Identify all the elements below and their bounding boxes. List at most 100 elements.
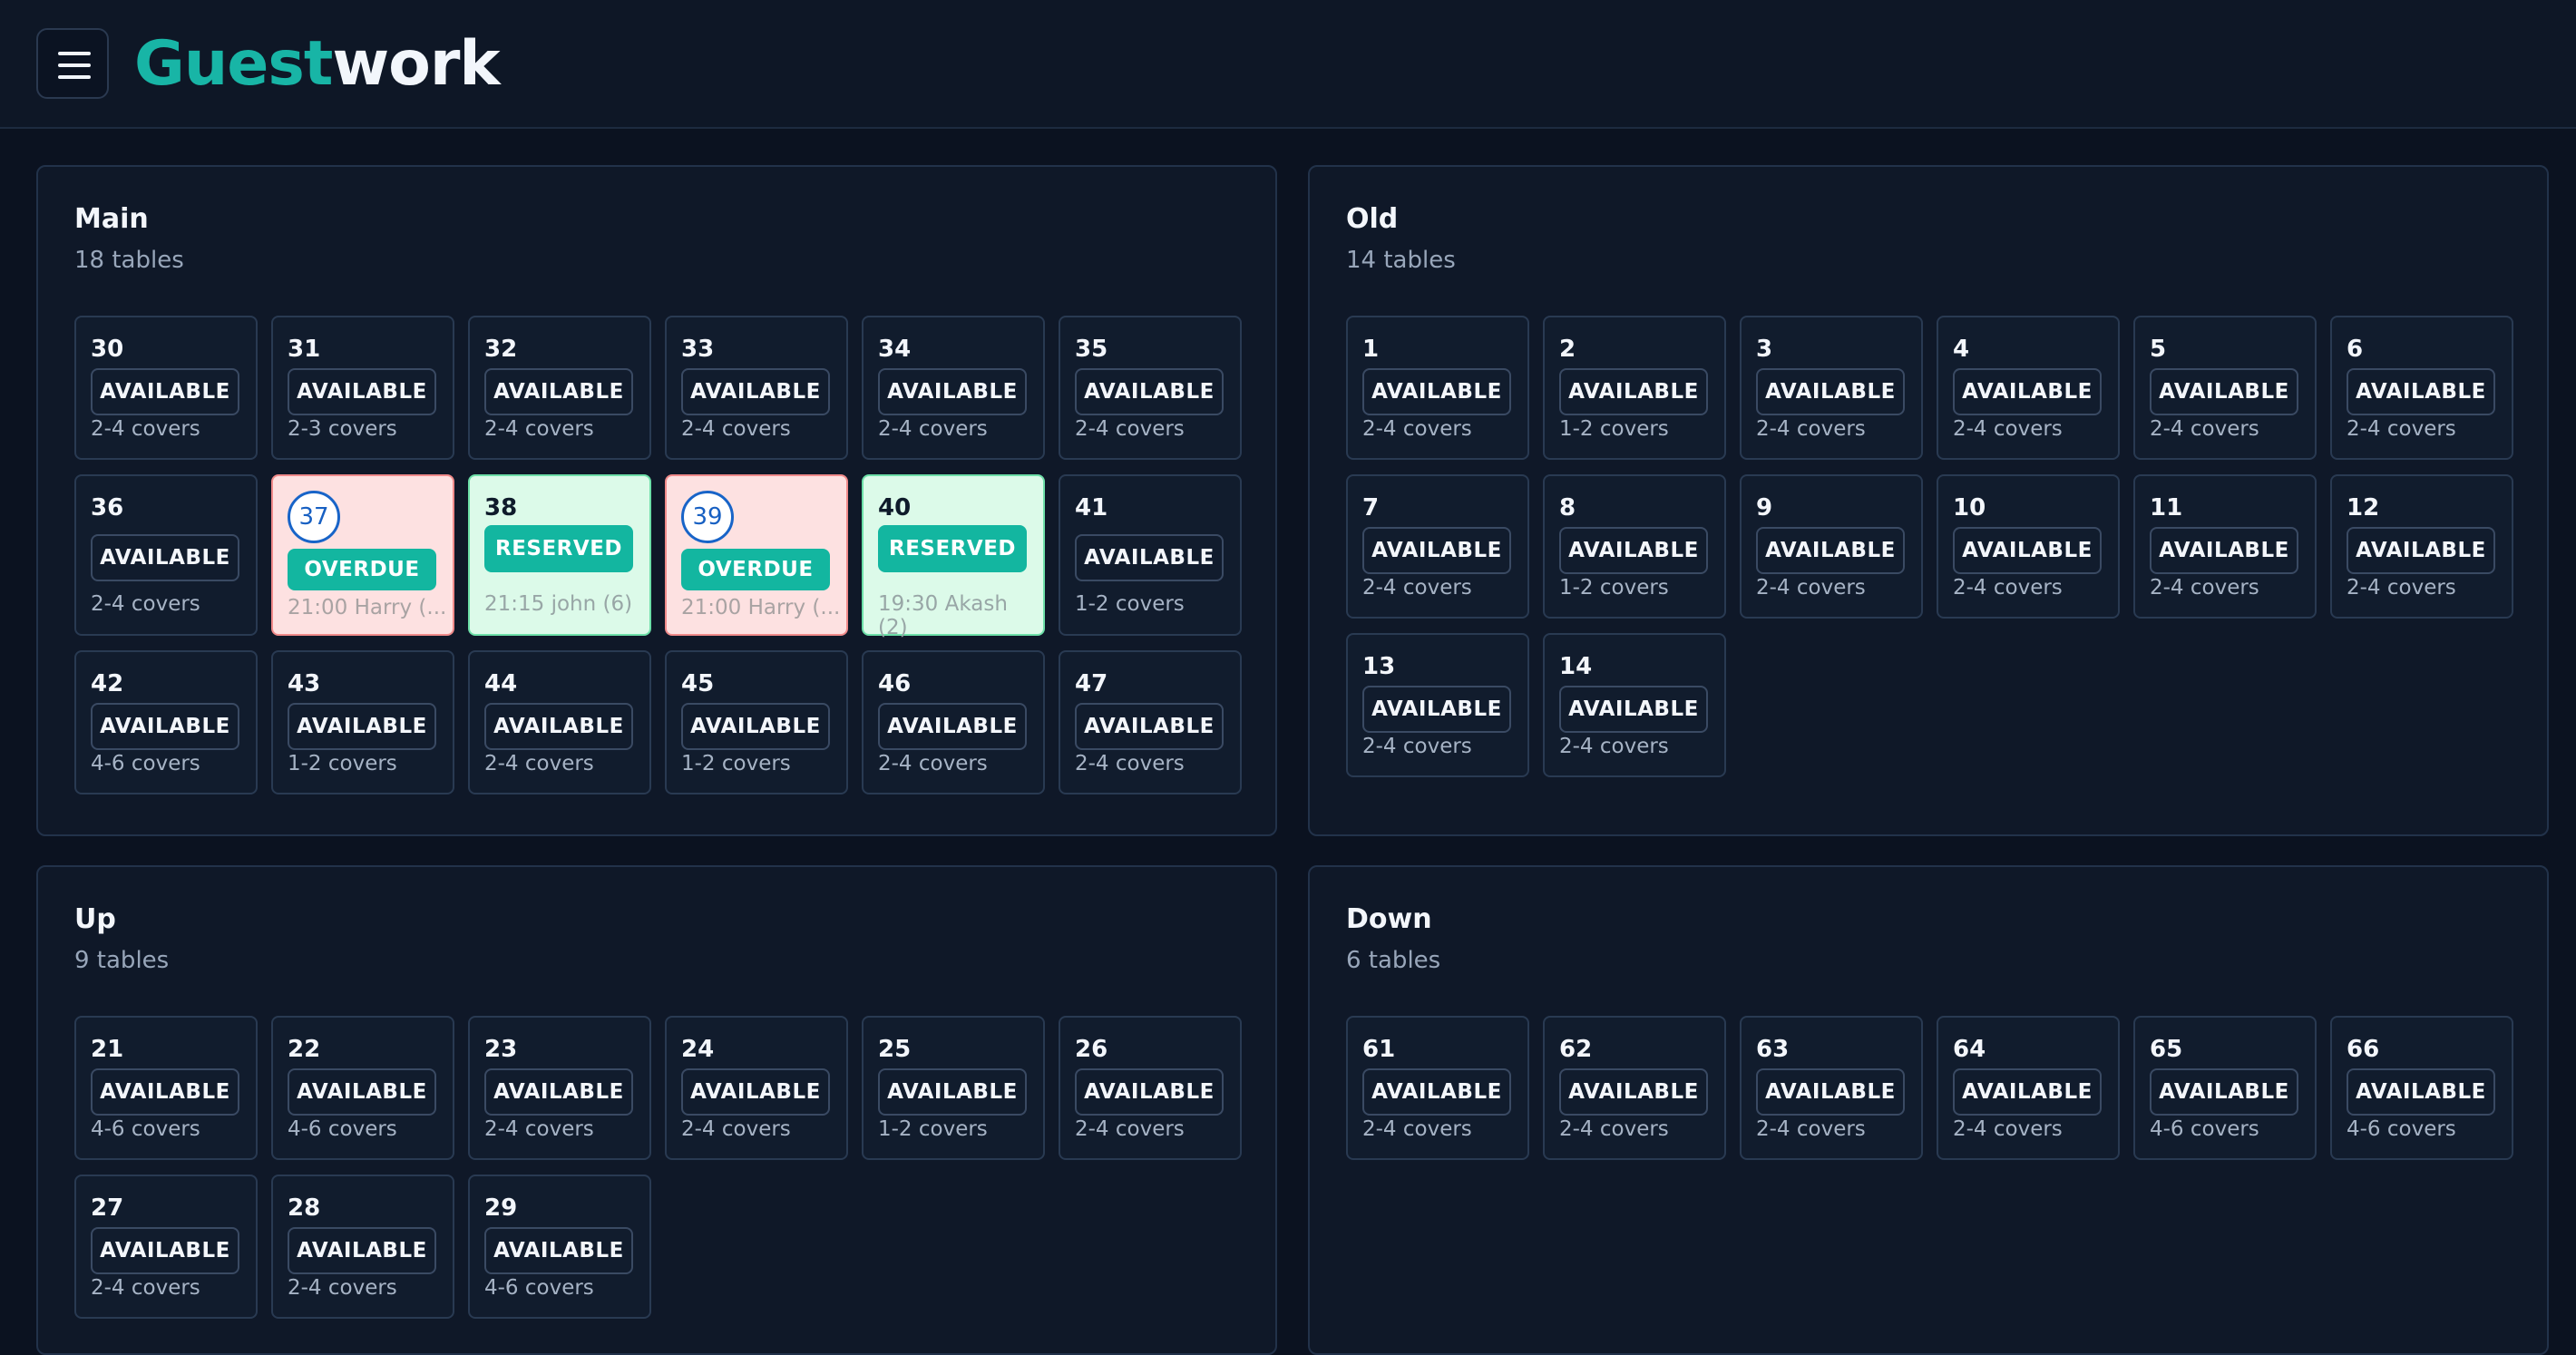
table-card-25[interactable]: 25 AVAILABLE 1-2 covers — [862, 1016, 1045, 1160]
table-card-44[interactable]: 44 AVAILABLE 2-4 covers — [468, 650, 651, 794]
table-card-31[interactable]: 31 AVAILABLE 2-3 covers — [271, 316, 454, 460]
table-card-2[interactable]: 2 AVAILABLE 1-2 covers — [1543, 316, 1726, 460]
table-number: 26 — [1075, 1036, 1108, 1063]
table-number: 4 — [1953, 336, 1970, 363]
table-number: 32 — [484, 336, 518, 363]
table-number: 42 — [91, 670, 124, 697]
table-card-41[interactable]: 41 AVAILABLE 1-2 covers — [1059, 474, 1242, 636]
table-card-3[interactable]: 3 AVAILABLE 2-4 covers — [1740, 316, 1923, 460]
table-status-badge: AVAILABLE — [1362, 368, 1511, 415]
table-card-7[interactable]: 7 AVAILABLE 2-4 covers — [1346, 474, 1529, 619]
table-card-10[interactable]: 10 AVAILABLE 2-4 covers — [1937, 474, 2120, 619]
table-number: 40 — [878, 494, 912, 522]
table-status-badge: AVAILABLE — [1953, 1068, 2102, 1116]
table-status-badge: AVAILABLE — [1362, 527, 1511, 574]
table-card-61[interactable]: 61 AVAILABLE 2-4 covers — [1346, 1016, 1529, 1160]
table-card-4[interactable]: 4 AVAILABLE 2-4 covers — [1937, 316, 2120, 460]
table-covers: 1-2 covers — [288, 752, 397, 775]
table-covers: 2-4 covers — [1953, 576, 2063, 600]
table-status-badge: AVAILABLE — [1075, 703, 1224, 750]
table-card-11[interactable]: 11 AVAILABLE 2-4 covers — [2133, 474, 2317, 619]
table-card-6[interactable]: 6 AVAILABLE 2-4 covers — [2330, 316, 2513, 460]
table-number: 8 — [1559, 494, 1576, 522]
table-covers: 4-6 covers — [91, 1117, 200, 1141]
table-card-40[interactable]: 40 RESERVED 19:30 Akash (2) — [862, 474, 1045, 639]
table-status-badge: AVAILABLE — [1756, 527, 1905, 574]
table-status-badge: AVAILABLE — [484, 1068, 633, 1116]
table-card-32[interactable]: 32 AVAILABLE 2-4 covers — [468, 316, 651, 460]
table-card-22[interactable]: 22 AVAILABLE 4-6 covers — [271, 1016, 454, 1160]
table-covers: 2-4 covers — [681, 1117, 791, 1141]
app-logo[interactable]: Guestwork — [134, 25, 501, 103]
table-card-47[interactable]: 47 AVAILABLE 2-4 covers — [1059, 650, 1242, 794]
table-card-37[interactable]: 37 OVERDUE 21:00 Harry (... — [271, 474, 454, 636]
table-card-64[interactable]: 64 AVAILABLE 2-4 covers — [1937, 1016, 2120, 1160]
table-status-badge: AVAILABLE — [484, 703, 633, 750]
table-card-26[interactable]: 26 AVAILABLE 2-4 covers — [1059, 1016, 1242, 1160]
table-covers: 1-2 covers — [1559, 576, 1669, 600]
table-status-badge: AVAILABLE — [91, 1068, 239, 1116]
table-covers: 4-6 covers — [484, 1276, 594, 1300]
table-number: 23 — [484, 1036, 518, 1063]
table-status-badge: AVAILABLE — [1953, 527, 2102, 574]
table-card-33[interactable]: 33 AVAILABLE 2-4 covers — [665, 316, 848, 460]
table-card-63[interactable]: 63 AVAILABLE 2-4 covers — [1740, 1016, 1923, 1160]
table-card-13[interactable]: 13 AVAILABLE 2-4 covers — [1346, 633, 1529, 777]
table-card-24[interactable]: 24 AVAILABLE 2-4 covers — [665, 1016, 848, 1160]
table-card-45[interactable]: 45 AVAILABLE 1-2 covers — [665, 650, 848, 794]
table-status-badge: RESERVED — [878, 525, 1027, 572]
table-card-14[interactable]: 14 AVAILABLE 2-4 covers — [1543, 633, 1726, 777]
table-card-12[interactable]: 12 AVAILABLE 2-4 covers — [2330, 474, 2513, 619]
table-card-27[interactable]: 27 AVAILABLE 2-4 covers — [74, 1175, 258, 1319]
table-grid: 21 AVAILABLE 4-6 covers 22 AVAILABLE 4-6 cove… — [74, 1016, 1242, 1319]
table-covers: 2-4 covers — [1559, 1117, 1669, 1141]
table-card-1[interactable]: 1 AVAILABLE 2-4 covers — [1346, 316, 1529, 460]
table-status-badge: AVAILABLE — [1559, 1068, 1708, 1116]
section-old: Old 14 tables 1 AVAILABLE 2-4 covers 2 AVAIL… — [1308, 165, 2549, 836]
table-card-62[interactable]: 62 AVAILABLE 2-4 covers — [1543, 1016, 1726, 1160]
table-card-36[interactable]: 36 AVAILABLE 2-4 covers — [74, 474, 258, 636]
table-card-43[interactable]: 43 AVAILABLE 1-2 covers — [271, 650, 454, 794]
table-number: 2 — [1559, 336, 1576, 363]
table-covers: 2-4 covers — [681, 417, 791, 441]
table-card-28[interactable]: 28 AVAILABLE 2-4 covers — [271, 1175, 454, 1319]
table-number: 5 — [2150, 336, 2167, 363]
table-covers: 2-4 covers — [484, 752, 594, 775]
table-covers: 2-4 covers — [484, 1117, 594, 1141]
reservation-info: 21:15 john (6) — [484, 592, 633, 616]
table-status-badge: AVAILABLE — [288, 703, 436, 750]
table-card-21[interactable]: 21 AVAILABLE 4-6 covers — [74, 1016, 258, 1160]
table-card-46[interactable]: 46 AVAILABLE 2-4 covers — [862, 650, 1045, 794]
table-covers: 2-4 covers — [878, 752, 988, 775]
table-card-66[interactable]: 66 AVAILABLE 4-6 covers — [2330, 1016, 2513, 1160]
table-card-8[interactable]: 8 AVAILABLE 1-2 covers — [1543, 474, 1726, 619]
table-number: 36 — [91, 494, 124, 522]
table-number: 31 — [288, 336, 321, 363]
table-card-23[interactable]: 23 AVAILABLE 2-4 covers — [468, 1016, 651, 1160]
table-number: 63 — [1756, 1036, 1790, 1063]
table-card-42[interactable]: 42 AVAILABLE 4-6 covers — [74, 650, 258, 794]
table-covers: 2-4 covers — [2150, 576, 2259, 600]
table-status-badge: AVAILABLE — [681, 368, 830, 415]
table-card-39[interactable]: 39 OVERDUE 21:00 Harry (... — [665, 474, 848, 636]
table-covers: 2-4 covers — [1075, 752, 1185, 775]
table-card-38[interactable]: 38 RESERVED 21:15 john (6) — [468, 474, 651, 636]
table-number: 65 — [2150, 1036, 2183, 1063]
table-card-35[interactable]: 35 AVAILABLE 2-4 covers — [1059, 316, 1242, 460]
table-card-9[interactable]: 9 AVAILABLE 2-4 covers — [1740, 474, 1923, 619]
table-number: 6 — [2347, 336, 2364, 363]
table-card-30[interactable]: 30 AVAILABLE 2-4 covers — [74, 316, 258, 460]
reservation-info: 21:00 Harry (... — [288, 596, 445, 619]
table-card-5[interactable]: 5 AVAILABLE 2-4 covers — [2133, 316, 2317, 460]
table-number: 61 — [1362, 1036, 1396, 1063]
table-card-29[interactable]: 29 AVAILABLE 4-6 covers — [468, 1175, 651, 1319]
hamburger-menu-icon — [58, 52, 91, 55]
table-status-badge: AVAILABLE — [91, 703, 239, 750]
menu-button[interactable] — [36, 28, 109, 99]
table-card-65[interactable]: 65 AVAILABLE 4-6 covers — [2133, 1016, 2317, 1160]
section-title: Up — [74, 903, 116, 935]
table-number: 12 — [2347, 494, 2380, 522]
table-number: 44 — [484, 670, 518, 697]
table-number-badge: 37 — [288, 491, 340, 543]
table-card-34[interactable]: 34 AVAILABLE 2-4 covers — [862, 316, 1045, 460]
